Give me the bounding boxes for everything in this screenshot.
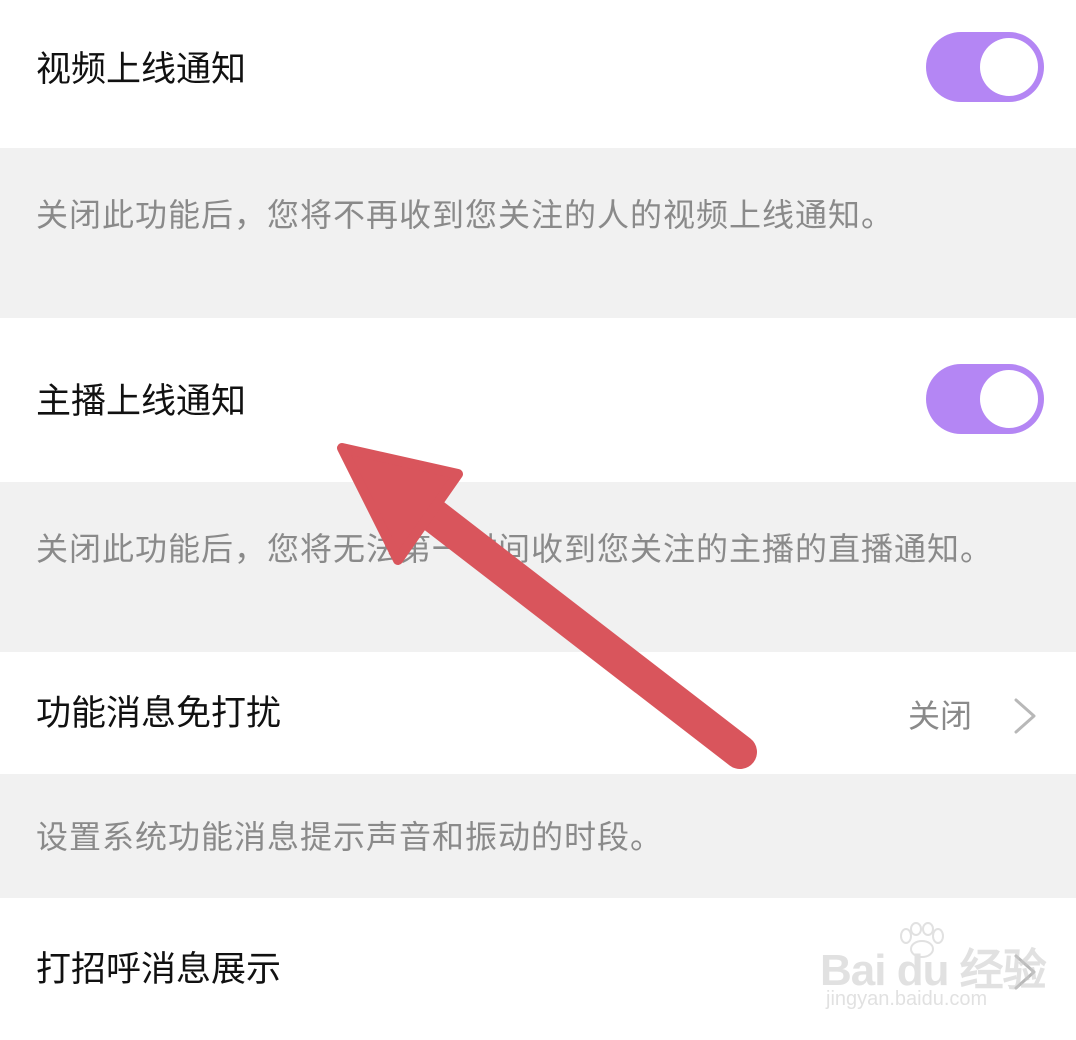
video-online-description-section: 关闭此功能后，您将不再收到您关注的人的视频上线通知。 bbox=[0, 148, 1076, 318]
feature-dnd-value: 关闭 bbox=[907, 697, 972, 735]
toggle-knob bbox=[980, 370, 1038, 428]
video-online-toggle[interactable] bbox=[926, 32, 1044, 102]
chevron-right-icon bbox=[1014, 698, 1036, 734]
feature-dnd-description-section: 设置系统功能消息提示声音和振动的时段。 bbox=[0, 774, 1076, 898]
settings-page: 视频上线通知 关闭此功能后，您将不再收到您关注的人的视频上线通知。 主播上线通知… bbox=[0, 0, 1076, 1040]
toggle-knob bbox=[980, 38, 1038, 96]
video-online-row: 视频上线通知 bbox=[0, 0, 1076, 148]
watermark-url: jingyan.baidu.com bbox=[826, 988, 988, 1010]
video-online-description: 关闭此功能后，您将不再收到您关注的人的视频上线通知。 bbox=[36, 196, 895, 234]
video-online-label: 视频上线通知 bbox=[36, 50, 247, 90]
streamer-online-row: 主播上线通知 bbox=[0, 318, 1076, 482]
streamer-online-label: 主播上线通知 bbox=[36, 382, 247, 422]
streamer-online-description-section: 关闭此功能后，您将无法第一时间收到您关注的主播的直播通知。 bbox=[0, 482, 1076, 652]
feature-dnd-row[interactable]: 功能消息免打扰 关闭 bbox=[0, 652, 1076, 774]
streamer-online-toggle[interactable] bbox=[926, 364, 1044, 434]
baidu-watermark: Bai du 经验 jingyan.baidu.com bbox=[820, 922, 1047, 1022]
feature-dnd-label: 功能消息免打扰 bbox=[36, 694, 282, 734]
streamer-online-description: 关闭此功能后，您将无法第一时间收到您关注的主播的直播通知。 bbox=[36, 530, 994, 568]
feature-dnd-description: 设置系统功能消息提示声音和振动的时段。 bbox=[36, 818, 664, 856]
greeting-display-label: 打招呼消息展示 bbox=[36, 950, 282, 990]
